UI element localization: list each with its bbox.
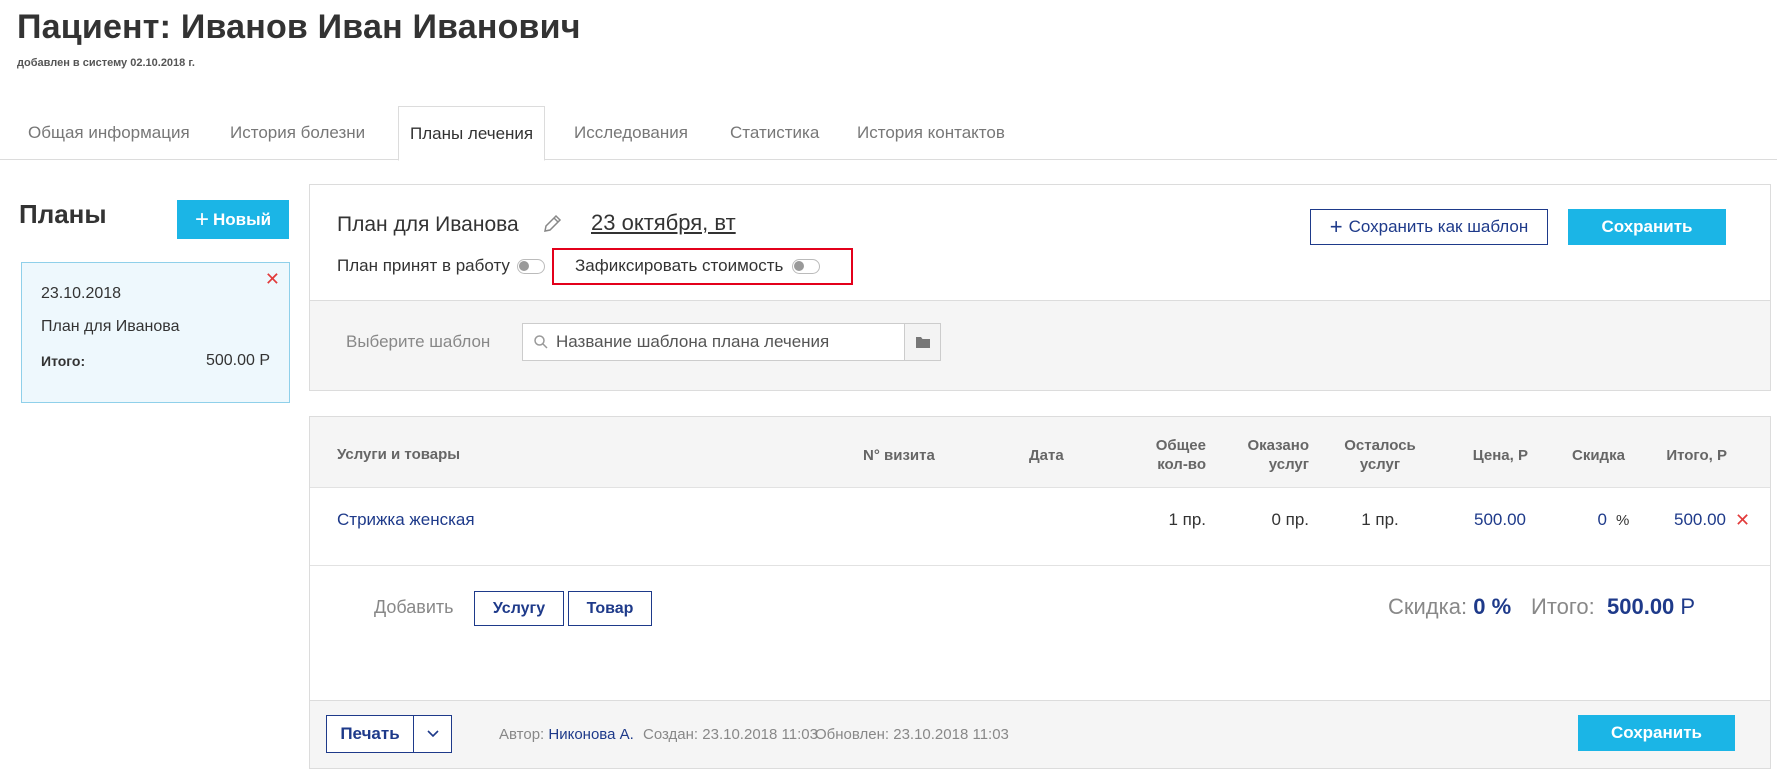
row-discount-unit: % (1616, 512, 1630, 529)
chevron-down-icon (426, 730, 439, 738)
save-button[interactable]: Сохранить (1568, 209, 1726, 245)
col-done-line1: Оказано (1247, 437, 1309, 454)
tab-medical-history[interactable]: История болезни (219, 106, 376, 160)
discount-summary: Скидка: 0 % (1388, 594, 1511, 620)
total-summary-currency: Р (1680, 594, 1696, 619)
row-discount-input[interactable]: 0 (1570, 510, 1607, 530)
new-plan-label: Новый (212, 209, 272, 229)
col-done: Оказано услуг (1220, 436, 1309, 474)
edit-pencil-icon[interactable] (541, 213, 563, 235)
col-left: Осталось услуг (1335, 436, 1425, 474)
tab-treatment-plans[interactable]: Планы лечения (398, 106, 546, 161)
discount-summary-value: 0 % (1473, 594, 1512, 619)
delete-plan-icon[interactable]: ✕ (265, 269, 280, 290)
plus-icon: + (1329, 214, 1343, 239)
row-total-input[interactable]: 500.00 (1640, 510, 1726, 530)
plus-icon: + (194, 205, 209, 233)
add-product-button[interactable]: Товар (568, 591, 652, 626)
plan-card-date: 23.10.2018 (41, 285, 122, 302)
col-done-line2: услуг (1268, 456, 1309, 473)
page-title: Пациент: Иванов Иван Иванович (17, 8, 581, 46)
template-search-input[interactable] (556, 324, 896, 360)
delete-row-icon[interactable]: ✕ (1735, 510, 1750, 531)
col-total: Итого, Р (1666, 447, 1727, 464)
tab-statistics[interactable]: Статистика (719, 106, 830, 160)
template-search-field (522, 323, 906, 361)
plan-name: План для Иванова (337, 213, 519, 236)
save-bottom-button[interactable]: Сохранить (1578, 715, 1735, 751)
plan-date-link[interactable]: 23 октября, вт (591, 210, 736, 236)
print-dropdown-button[interactable] (413, 715, 452, 753)
add-label: Добавить (374, 597, 454, 617)
discount-summary-label: Скидка: (1388, 594, 1468, 619)
tab-contact-history[interactable]: История контактов (846, 106, 1016, 160)
print-button[interactable]: Печать (326, 715, 414, 753)
col-total-qty: Общее кол-во (1120, 436, 1206, 474)
author-label: Автор: (499, 726, 545, 743)
add-service-button[interactable]: Услугу (474, 591, 564, 626)
author-link[interactable]: Никонова А. (548, 726, 633, 743)
plan-header-panel (309, 184, 1771, 301)
plan-card[interactable]: 23.10.2018 План для Иванова Итого: 500.0… (21, 262, 290, 403)
choose-template-label: Выберите шаблон (346, 332, 491, 351)
total-summary: Итого: 500.00 Р (1531, 594, 1695, 620)
row-left: 1 пр. (1361, 510, 1399, 529)
col-left-line1: Осталось (1344, 437, 1416, 454)
plan-card-name: План для Иванова (41, 318, 180, 335)
plan-accepted-label: План принят в работу (337, 256, 510, 275)
created-meta: Создан: 23.10.2018 11:03 (643, 726, 818, 743)
col-total-qty-line1: Общее (1155, 437, 1206, 454)
row-done: 0 пр. (1271, 510, 1309, 529)
plans-title: Планы (19, 199, 107, 229)
search-icon (534, 335, 548, 349)
folder-icon (915, 337, 930, 348)
col-total-qty-line2: кол-во (1157, 456, 1206, 473)
tab-research[interactable]: Исследования (563, 106, 699, 160)
tab-bar: Общая информация История болезни Планы л… (0, 106, 1777, 161)
template-folder-button[interactable] (904, 323, 941, 361)
total-summary-value: 500.00 (1607, 594, 1675, 619)
row-price-input[interactable]: 500.00 (1440, 510, 1526, 530)
author-meta: Автор: Никонова А. (499, 726, 634, 743)
col-visit: N° визита (863, 447, 935, 464)
added-date-text: добавлен в систему 02.10.2018 г. (17, 57, 195, 69)
row-total-qty: 1 пр. (1168, 510, 1206, 529)
col-left-line2: услуг (1359, 456, 1401, 473)
plan-card-total-value: 500.00 Р (205, 352, 270, 369)
col-price: Цена, Р (1472, 447, 1528, 464)
row-separator (310, 565, 1770, 566)
col-service: Услуги и товары (337, 446, 461, 463)
tab-general-info[interactable]: Общая информация (17, 106, 201, 160)
col-date: Дата (1029, 447, 1064, 464)
updated-meta: Обновлен: 23.10.2018 11:03 (815, 726, 1009, 743)
fix-cost-toggle[interactable] (792, 259, 820, 274)
new-plan-button[interactable]: + Новый (177, 200, 289, 239)
fix-cost-label: Зафиксировать стоимость (575, 256, 784, 275)
service-name-link[interactable]: Стрижка женская (337, 510, 475, 530)
plan-accepted-toggle[interactable] (517, 259, 545, 274)
save-as-template-button[interactable]: + Сохранить как шаблон (1310, 209, 1548, 245)
save-as-template-label: Сохранить как шаблон (1348, 217, 1529, 236)
col-discount: Скидка (1572, 447, 1625, 464)
total-summary-label: Итого: (1531, 594, 1595, 619)
plan-card-total-label: Итого: (41, 353, 86, 369)
